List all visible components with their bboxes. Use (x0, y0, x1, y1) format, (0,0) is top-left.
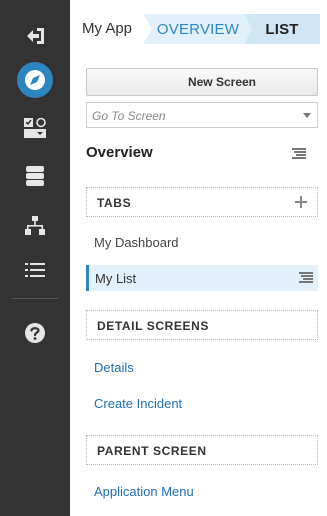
add-tab-icon[interactable] (295, 196, 307, 208)
sign-out-icon[interactable] (0, 16, 70, 56)
detail-screens-section-label: DETAIL SCREENS (97, 319, 209, 333)
new-screen-button[interactable]: New Screen (86, 68, 318, 96)
breadcrumb-app-name[interactable]: My App (82, 20, 132, 37)
parent-screen-section-header: PARENT SCREEN (86, 435, 318, 465)
detail-link-create-incident[interactable]: Create Incident (94, 396, 182, 411)
tabs-section-header: TABS (86, 187, 318, 217)
compass-icon[interactable] (0, 60, 70, 100)
breadcrumb: My App OVERVIEW LIST (70, 0, 327, 56)
sitemap-icon[interactable] (0, 206, 70, 246)
go-to-screen-select[interactable]: Go To Screen (86, 102, 318, 128)
breadcrumb-list[interactable]: LIST (244, 14, 320, 44)
parent-screen-section-label: PARENT SCREEN (97, 444, 207, 458)
go-to-screen-placeholder: Go To Screen (92, 109, 166, 123)
rail-divider (12, 298, 58, 299)
screen-toggle-icon[interactable] (0, 108, 70, 148)
overview-title: Overview (86, 144, 153, 161)
tab-item-menu-icon[interactable] (299, 272, 313, 284)
tab-item-my-dashboard[interactable]: My Dashboard (94, 235, 179, 250)
icon-rail (0, 0, 70, 516)
overview-menu-icon[interactable] (292, 148, 306, 160)
tabs-section-label: TABS (97, 196, 132, 210)
help-icon[interactable] (0, 313, 70, 353)
tab-item-label: My List (95, 271, 137, 286)
parent-link-application-menu[interactable]: Application Menu (94, 484, 194, 499)
chevron-down-icon (303, 113, 311, 118)
tab-item-my-list[interactable]: My List (86, 265, 318, 291)
detail-screens-section-header: DETAIL SCREENS (86, 310, 318, 340)
database-icon[interactable] (0, 156, 70, 196)
breadcrumb-overview[interactable]: OVERVIEW (143, 14, 253, 44)
navigator-panel: My App OVERVIEW LIST New Screen Go To Sc… (70, 0, 327, 516)
list-icon[interactable] (0, 250, 70, 290)
detail-link-details[interactable]: Details (94, 360, 134, 375)
